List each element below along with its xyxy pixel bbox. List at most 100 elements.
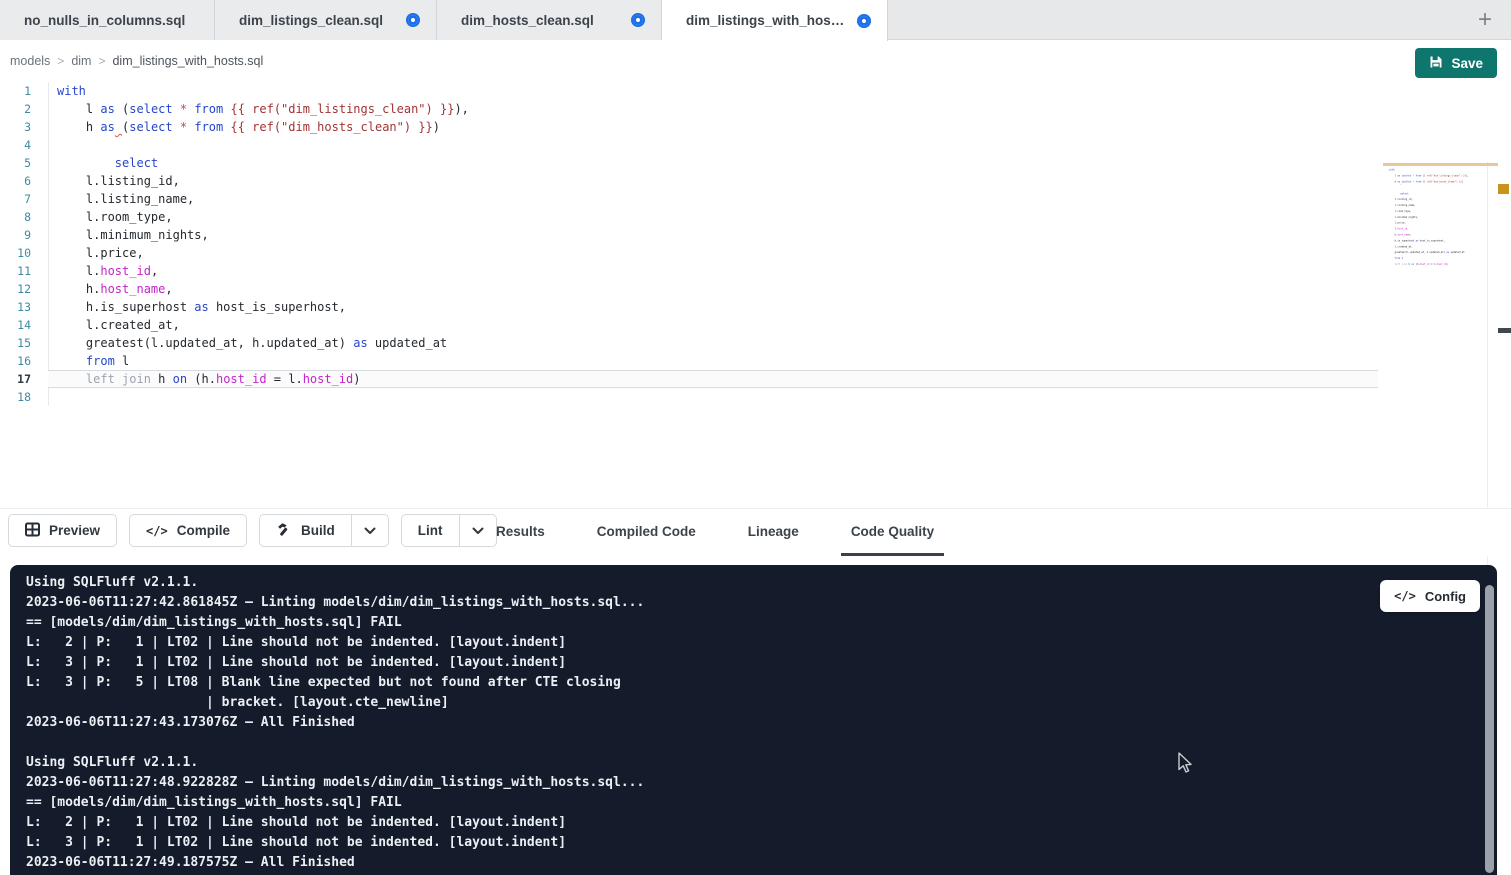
lint-button-group: Lint: [401, 514, 497, 547]
lint-button-label: Lint: [418, 523, 443, 538]
config-button-label: Config: [1425, 589, 1466, 604]
config-button[interactable]: </> Config: [1380, 580, 1480, 612]
build-button-label: Build: [301, 523, 335, 538]
editor-tab[interactable]: dim_listings_with_hosts.sql: [662, 0, 888, 41]
tab-label: dim_listings_clean.sql: [239, 13, 383, 28]
code-line[interactable]: l.listing_id,: [49, 172, 1387, 190]
code-lines[interactable]: with l as (select * from {{ ref("dim_lis…: [48, 82, 1387, 406]
breadcrumb-item[interactable]: models: [10, 54, 50, 68]
code-line[interactable]: left join h on (h.host_id = l.host_id): [49, 370, 1387, 388]
terminal-line: L: 2 | P: 1 | LT02 | Line should not be …: [26, 813, 644, 833]
unsaved-changes-icon: [857, 14, 871, 28]
chevron-down-icon: [472, 523, 484, 538]
save-button-label: Save: [1451, 56, 1483, 71]
lint-button[interactable]: Lint: [402, 515, 459, 546]
breadcrumb-separator-icon: >: [98, 54, 105, 68]
line-number: 17: [0, 370, 40, 388]
dbt-ide-window: no_nulls_in_columns.sql dim_listings_clea…: [0, 0, 1511, 875]
code-line[interactable]: h.host_name,: [49, 280, 1387, 298]
terminal-output: Using SQLFluff v2.1.1. 2023-06-06T11:27:4…: [26, 573, 644, 873]
minimap[interactable]: with l as (select * from {{ ref("dim_lis…: [1389, 167, 1489, 287]
line-number: 8: [0, 208, 40, 226]
line-number: 1: [0, 82, 40, 100]
code-line[interactable]: select: [49, 154, 1387, 172]
code-line[interactable]: with: [49, 82, 1387, 100]
code-editor[interactable]: 123456789101112131415161718 with l as (s…: [0, 80, 1511, 508]
code-brackets-icon: </>: [146, 524, 168, 538]
line-number: 10: [0, 244, 40, 262]
terminal-line: L: 3 | P: 1 | LT02 | Line should not be …: [26, 833, 644, 853]
breadcrumb-separator-icon: >: [57, 54, 64, 68]
minimap-code: with l as (select * from {{ ref("dim_lis…: [1389, 167, 1489, 273]
panel-tab-compiled-code[interactable]: Compiled Code: [587, 509, 706, 556]
line-number: 16: [0, 352, 40, 370]
unsaved-changes-icon: [406, 13, 420, 27]
terminal-panel: Using SQLFluff v2.1.1. 2023-06-06T11:27:4…: [10, 565, 1497, 875]
code-line[interactable]: h.is_superhost as host_is_superhost,: [49, 298, 1387, 316]
line-number: 6: [0, 172, 40, 190]
build-button[interactable]: Build: [260, 515, 351, 546]
preview-grid-icon: [25, 522, 40, 540]
line-number: 3: [0, 118, 40, 136]
terminal-line: 2023-06-06T11:27:49.187575Z — All Finish…: [26, 853, 644, 873]
code-line[interactable]: l.price,: [49, 244, 1387, 262]
compile-button-label: Compile: [177, 523, 230, 538]
tab-label: dim_hosts_clean.sql: [461, 13, 594, 28]
code-line[interactable]: l.created_at,: [49, 316, 1387, 334]
chevron-down-icon: [364, 523, 376, 538]
line-number: 7: [0, 190, 40, 208]
terminal-line: 2023-06-06T11:27:43.173076Z — All Finish…: [26, 713, 644, 733]
editor-tab[interactable]: no_nulls_in_columns.sql: [0, 0, 215, 40]
preview-button[interactable]: Preview: [8, 514, 117, 547]
result-panel-tabs: Results Compiled Code Lineage Code Quality: [486, 509, 944, 556]
line-number: 5: [0, 154, 40, 172]
panel-tab-results[interactable]: Results: [486, 509, 555, 556]
new-tab-button[interactable]: +: [1467, 0, 1503, 40]
code-line[interactable]: from l: [49, 352, 1387, 370]
terminal-line: L: 2 | P: 1 | LT02 | Line should not be …: [26, 633, 644, 653]
line-number: 11: [0, 262, 40, 280]
line-number: 15: [0, 334, 40, 352]
save-icon: [1429, 55, 1443, 72]
terminal-line: L: 3 | P: 5 | LT08 | Blank line expected…: [26, 673, 644, 693]
line-number: 18: [0, 388, 40, 406]
code-line[interactable]: h as (select * from {{ ref("dim_hosts_cl…: [49, 118, 1387, 136]
code-line[interactable]: l.minimum_nights,: [49, 226, 1387, 244]
breadcrumb-item[interactable]: dim_listings_with_hosts.sql: [112, 54, 263, 68]
terminal-scrollbar[interactable]: [1485, 585, 1494, 873]
code-line[interactable]: greatest(l.updated_at, h.updated_at) as …: [49, 334, 1387, 352]
tab-label: no_nulls_in_columns.sql: [24, 13, 185, 28]
compile-button[interactable]: </> Compile: [129, 514, 247, 547]
terminal-line: == [models/dim/dim_listings_with_hosts.s…: [26, 793, 644, 813]
line-number: 4: [0, 136, 40, 154]
build-button-group: Build: [259, 514, 389, 547]
editor-header: models > dim > dim_listings_with_hosts.sql S…: [0, 41, 1511, 80]
panel-tab-lineage[interactable]: Lineage: [738, 509, 809, 556]
code-line[interactable]: [49, 388, 1387, 406]
editor-tab[interactable]: dim_listings_clean.sql: [215, 0, 437, 40]
code-line[interactable]: l as (select * from {{ ref("dim_listings…: [49, 100, 1387, 118]
code-line[interactable]: l.host_id,: [49, 262, 1387, 280]
terminal-line: == [models/dim/dim_listings_with_hosts.s…: [26, 613, 644, 633]
editor-tab[interactable]: dim_hosts_clean.sql: [437, 0, 662, 40]
code-brackets-icon: </>: [1394, 589, 1416, 603]
terminal-line: Using SQLFluff v2.1.1.: [26, 573, 644, 593]
overview-scroll-marker[interactable]: [1498, 328, 1511, 333]
save-button[interactable]: Save: [1415, 48, 1497, 78]
tab-bar-tabs: no_nulls_in_columns.sql dim_listings_clea…: [0, 0, 888, 40]
terminal-line: 2023-06-06T11:27:48.922828Z — Linting mo…: [26, 773, 644, 793]
code-line[interactable]: [49, 136, 1387, 154]
action-toolbar: Preview </> Compile Build: [0, 508, 1511, 556]
build-dropdown-button[interactable]: [351, 515, 388, 546]
breadcrumb-item[interactable]: dim: [71, 54, 91, 68]
line-number: 12: [0, 280, 40, 298]
minimap-lint-highlight: [1383, 163, 1498, 166]
code-line[interactable]: l.room_type,: [49, 208, 1387, 226]
preview-button-label: Preview: [49, 523, 100, 538]
line-number: 13: [0, 298, 40, 316]
unsaved-changes-icon: [631, 13, 645, 27]
panel-tab-code-quality[interactable]: Code Quality: [841, 509, 944, 556]
terminal-line: [26, 733, 644, 753]
code-line[interactable]: l.listing_name,: [49, 190, 1387, 208]
file-tab-bar: no_nulls_in_columns.sql dim_listings_clea…: [0, 0, 1511, 40]
